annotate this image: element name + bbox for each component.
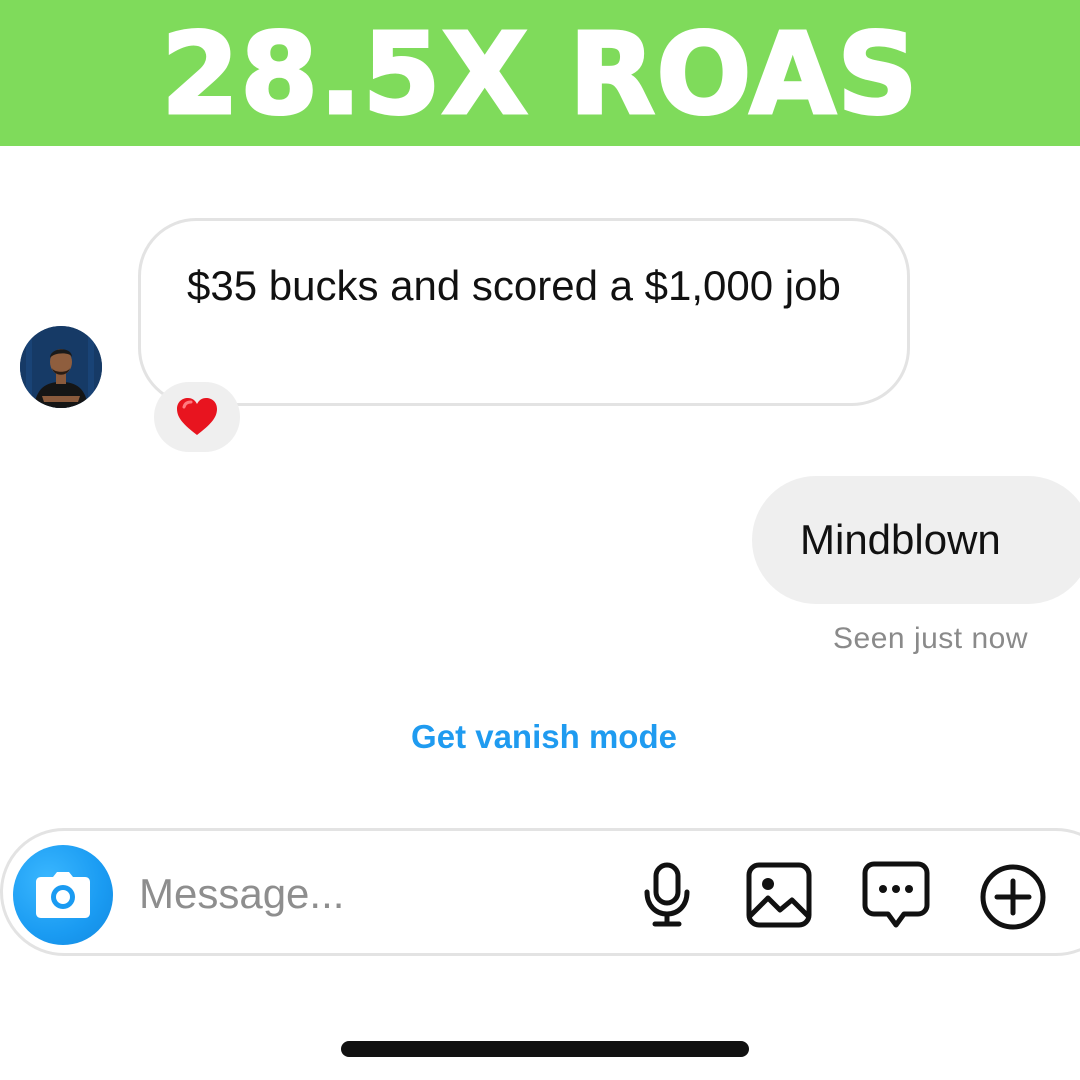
banner-title: 28.5X ROAS <box>160 10 919 140</box>
plus-circle-icon <box>980 864 1046 930</box>
seen-status: Seen just now <box>833 622 1028 655</box>
outgoing-message-bubble[interactable]: Mindblown <box>752 476 1080 604</box>
camera-icon <box>36 872 90 918</box>
incoming-message-text: $35 bucks and scored a $1,000 job <box>187 262 841 309</box>
microphone-icon <box>644 862 690 927</box>
microphone-button[interactable] <box>635 857 699 933</box>
chat-bubble-icon <box>862 861 930 928</box>
heart-reaction[interactable] <box>154 382 240 452</box>
home-indicator <box>341 1041 749 1057</box>
dm-screen: 28.5X ROAS $35 bucks and scored a $1,000… <box>0 0 1080 1080</box>
profile-photo-icon <box>20 326 102 408</box>
more-options-button[interactable] <box>977 861 1049 933</box>
sticker-button[interactable] <box>859 857 933 933</box>
red-heart-icon <box>177 398 217 435</box>
incoming-message-bubble[interactable]: $35 bucks and scored a $1,000 job <box>138 218 910 406</box>
camera-button[interactable] <box>13 845 113 945</box>
message-input[interactable] <box>139 861 609 927</box>
get-vanish-mode-link[interactable]: Get vanish mode <box>0 718 1080 756</box>
gallery-button[interactable] <box>743 859 815 931</box>
outgoing-message-text: Mindblown <box>800 516 1001 563</box>
sender-avatar[interactable] <box>20 326 102 408</box>
headline-banner: 28.5X ROAS <box>0 0 1080 146</box>
image-icon <box>746 862 812 928</box>
message-composer <box>0 828 1080 956</box>
